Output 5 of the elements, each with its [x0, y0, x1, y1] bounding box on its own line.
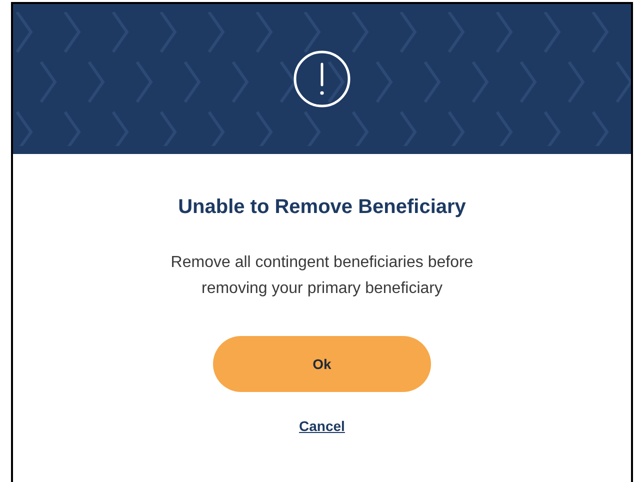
cancel-link[interactable]: Cancel	[299, 416, 345, 437]
dialog-title: Unable to Remove Beneficiary	[178, 195, 466, 220]
ok-button[interactable]: Ok	[213, 336, 431, 392]
warning-icon	[292, 49, 352, 109]
dialog-message: Remove all contingent beneficiaries before removing your primary beneficiary	[170, 253, 474, 299]
